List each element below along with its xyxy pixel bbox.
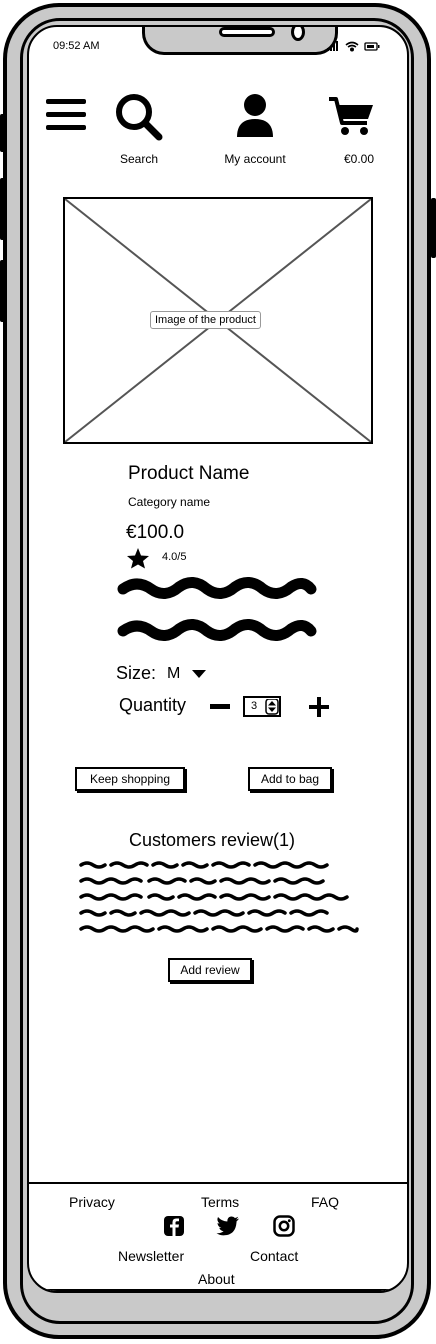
stepper-arrows-icon[interactable] [265,699,279,715]
product-description-scribble [117,577,317,641]
image-caption: Image of the product [150,311,261,329]
footer-top-border [29,1182,407,1184]
size-label: Size: [116,663,157,683]
minus-icon[interactable] [209,703,231,711]
wifi-icon [345,41,359,52]
quantity-label: Quantity [119,695,187,715]
quantity-stepper[interactable]: 3 [243,696,281,717]
search-label[interactable]: Search [109,152,169,166]
product-name: Product Name [128,463,250,484]
plus-icon[interactable] [308,696,330,718]
volume-up-button [0,178,5,240]
add-to-bag-button[interactable]: Add to bag [248,767,332,791]
category-name[interactable]: Category name [128,495,210,509]
status-time: 09:52 AM [53,40,100,52]
user-icon[interactable] [235,93,275,139]
instagram-icon[interactable] [273,1215,295,1237]
reviews-title: Customers review(1) [129,830,296,850]
status-icons [327,41,380,52]
search-icon[interactable] [115,93,163,141]
twitter-icon[interactable] [216,1216,240,1236]
review-text-scribble [79,861,359,933]
volume-down-button [0,260,5,322]
footer-link-about[interactable]: About [198,1271,235,1287]
keep-shopping-button[interactable]: Keep shopping [75,767,185,791]
footer-link-contact[interactable]: Contact [250,1248,298,1264]
footer-link-privacy[interactable]: Privacy [69,1194,115,1210]
power-button [431,198,436,258]
front-camera [291,27,305,41]
quantity-value: 3 [251,700,258,712]
hamburger-menu-icon[interactable] [44,97,88,133]
footer-link-newsletter[interactable]: Newsletter [118,1248,184,1264]
cart-icon[interactable] [327,95,377,139]
product-rating: 4.0/5 [162,551,187,563]
mute-switch [0,114,5,152]
product-price: €100.0 [126,522,185,543]
notch [142,27,338,55]
facebook-icon[interactable] [163,1215,185,1237]
size-select[interactable]: M [167,665,180,683]
footer-link-terms[interactable]: Terms [201,1194,239,1210]
add-review-button[interactable]: Add review [168,958,252,982]
speaker [219,27,275,37]
account-label[interactable]: My account [215,152,295,166]
star-icon [127,548,149,569]
battery-icon [364,42,380,51]
screen: 09:52 AM Search My account €0.00 Image o… [27,25,409,1293]
footer-bottom-border [29,1289,407,1291]
cart-total[interactable]: €0.00 [329,152,389,166]
footer-link-faq[interactable]: FAQ [311,1194,339,1210]
signal-icon [327,41,338,51]
chevron-down-icon[interactable] [191,669,207,679]
